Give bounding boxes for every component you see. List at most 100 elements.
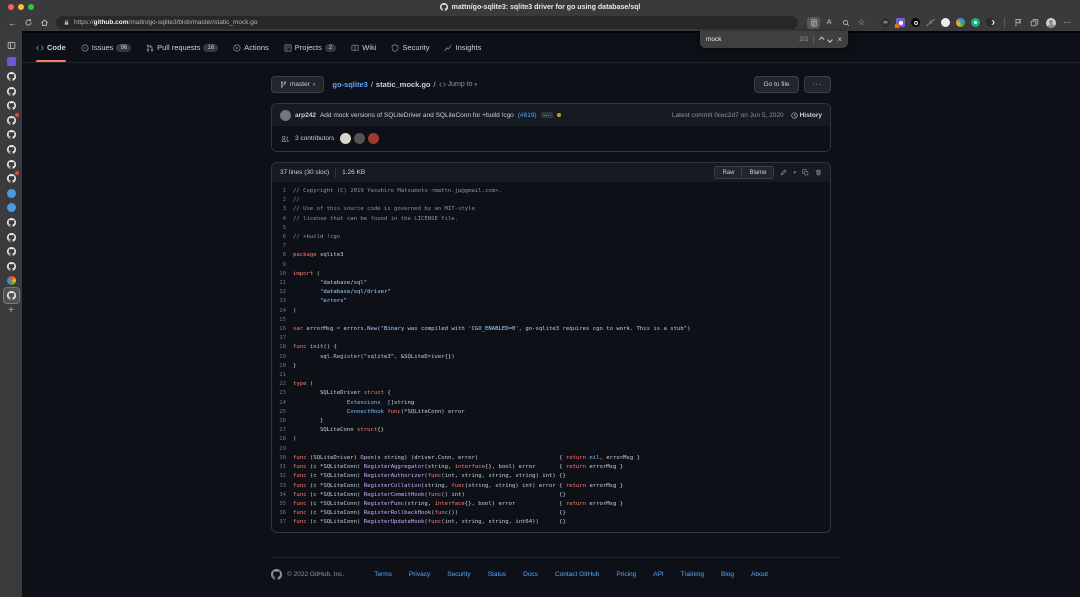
vertical-tab[interactable] (4, 186, 19, 201)
line-number[interactable]: 15 (272, 316, 293, 325)
line-number[interactable]: 31 (272, 463, 293, 472)
footer-link-security[interactable]: Security (447, 571, 470, 578)
vertical-tab[interactable] (4, 201, 19, 216)
vertical-tab[interactable] (4, 113, 19, 128)
find-highlight-icon[interactable] (807, 17, 820, 29)
commit-author-link[interactable]: arp242 (295, 112, 316, 119)
favorites-star-icon[interactable]: ☆ (855, 17, 868, 29)
footer-link-blog[interactable]: Blog (721, 571, 734, 578)
vertical-tab[interactable] (4, 230, 19, 245)
extension-dark-infinity-icon[interactable]: ∞ (881, 18, 890, 27)
line-number[interactable]: 21 (272, 371, 293, 380)
contributors-label[interactable]: 3 contributors (295, 135, 334, 142)
edit-dropdown-caret[interactable]: ▾ (793, 170, 796, 176)
extension-black-ring-icon[interactable] (911, 18, 920, 27)
contributor-avatar[interactable] (368, 133, 379, 144)
vertical-tab[interactable] (4, 215, 19, 230)
url-text[interactable]: https://github.com/mattn/go-sqlite3/blob… (74, 19, 258, 26)
line-number[interactable]: 5 (272, 224, 293, 233)
history-button[interactable]: History (791, 112, 822, 119)
line-number[interactable]: 34 (272, 491, 293, 500)
delete-file-icon[interactable] (815, 169, 822, 176)
jump-to-dropdown[interactable]: Jump to ▾ (439, 81, 477, 88)
footer-link-pricing[interactable]: Pricing (616, 571, 636, 578)
line-number[interactable]: 2 (272, 196, 293, 205)
line-number[interactable]: 8 (272, 251, 293, 260)
line-number[interactable]: 37 (272, 518, 293, 527)
line-number[interactable]: 16 (272, 325, 293, 334)
vertical-tab[interactable] (4, 244, 19, 259)
line-number[interactable]: 33 (272, 482, 293, 491)
extension-multi-circle-icon[interactable] (956, 18, 965, 27)
zoom-icon[interactable] (839, 17, 852, 29)
line-number[interactable]: 28 (272, 435, 293, 444)
line-number[interactable]: 4 (272, 215, 293, 224)
line-number[interactable]: 32 (272, 472, 293, 481)
branch-selector-button[interactable]: master ▾ (271, 76, 324, 93)
blame-button[interactable]: Blame (742, 166, 774, 179)
line-number[interactable]: 11 (272, 279, 293, 288)
extension-white-circle-icon[interactable] (941, 18, 950, 27)
vertical-tab[interactable] (4, 128, 19, 143)
raw-button[interactable]: Raw (714, 166, 742, 179)
repo-tab-insights[interactable]: Insights (444, 33, 481, 62)
repo-tab-security[interactable]: Security (391, 33, 429, 62)
commit-message[interactable]: Add mock versions of SQLiteDriver and SQ… (320, 112, 514, 119)
line-number[interactable]: 19 (272, 353, 293, 362)
line-number[interactable]: 36 (272, 509, 293, 518)
line-number[interactable]: 20 (272, 362, 293, 371)
vertical-tab[interactable] (4, 84, 19, 99)
line-number[interactable]: 18 (272, 343, 293, 352)
vertical-tab[interactable] (4, 69, 19, 84)
find-next-button[interactable] (827, 37, 833, 43)
copy-icon[interactable] (802, 169, 809, 176)
line-number[interactable]: 3 (272, 205, 293, 214)
collections-icon[interactable] (1030, 18, 1039, 27)
line-number[interactable]: 29 (272, 445, 293, 454)
footer-link-contact-github[interactable]: Contact GitHub (555, 571, 599, 578)
repo-tab-issues[interactable]: Issues96 (81, 33, 131, 62)
code-view[interactable]: 1// Copyright (C) 2019 Yasuhiro Matsumot… (272, 182, 830, 532)
go-to-file-button[interactable]: Go to file (754, 76, 798, 93)
new-tab-button[interactable]: + (8, 305, 14, 316)
read-aloud-icon[interactable]: Aʻ (823, 17, 836, 29)
find-query[interactable]: mock (706, 36, 794, 43)
vertical-tab[interactable] (4, 259, 19, 274)
back-button[interactable]: ← (8, 18, 17, 28)
line-number[interactable]: 22 (272, 380, 293, 389)
breadcrumb-repo-link[interactable]: go-sqlite3 (332, 80, 367, 89)
commit-author-avatar[interactable] (280, 110, 291, 121)
commit-expand-button[interactable]: … (541, 112, 554, 118)
home-button[interactable] (40, 18, 49, 27)
vertical-tab[interactable] (4, 274, 19, 289)
extension-dark-crescent-icon[interactable] (986, 18, 995, 27)
repo-tab-code[interactable]: Code (36, 33, 66, 62)
line-number[interactable]: 14 (272, 307, 293, 316)
line-number[interactable]: 10 (272, 270, 293, 279)
commit-hash[interactable]: 0cec2d7 (714, 112, 739, 119)
repo-tab-actions[interactable]: Actions (233, 33, 269, 62)
address-bar[interactable]: https://github.com/mattn/go-sqlite3/blob… (56, 16, 798, 29)
line-number[interactable]: 25 (272, 408, 293, 417)
footer-link-training[interactable]: Training (681, 571, 704, 578)
line-number[interactable]: 13 (272, 297, 293, 306)
file-options-kebab-button[interactable]: ··· (804, 76, 832, 93)
line-number[interactable]: 12 (272, 288, 293, 297)
find-in-page-bar[interactable]: mock 2/2 × (700, 31, 848, 48)
contributor-avatar[interactable] (354, 133, 365, 144)
extension-green-circle-icon[interactable] (971, 18, 980, 27)
extension-pink-x-icon[interactable]: × (926, 18, 935, 27)
repo-tab-projects[interactable]: Projects2 (284, 33, 336, 62)
vertical-tab-active[interactable] (4, 288, 19, 303)
edit-pencil-icon[interactable] (780, 169, 787, 176)
line-number[interactable]: 1 (272, 187, 293, 196)
line-number[interactable]: 26 (272, 417, 293, 426)
vertical-tab[interactable] (4, 142, 19, 157)
vertical-tab[interactable] (4, 55, 19, 70)
browser-menu-button[interactable]: ⋯ (1063, 18, 1072, 27)
line-number[interactable]: 17 (272, 334, 293, 343)
line-number[interactable]: 6 (272, 233, 293, 242)
line-number[interactable]: 30 (272, 454, 293, 463)
vertical-tab[interactable] (4, 98, 19, 113)
line-number[interactable]: 24 (272, 399, 293, 408)
